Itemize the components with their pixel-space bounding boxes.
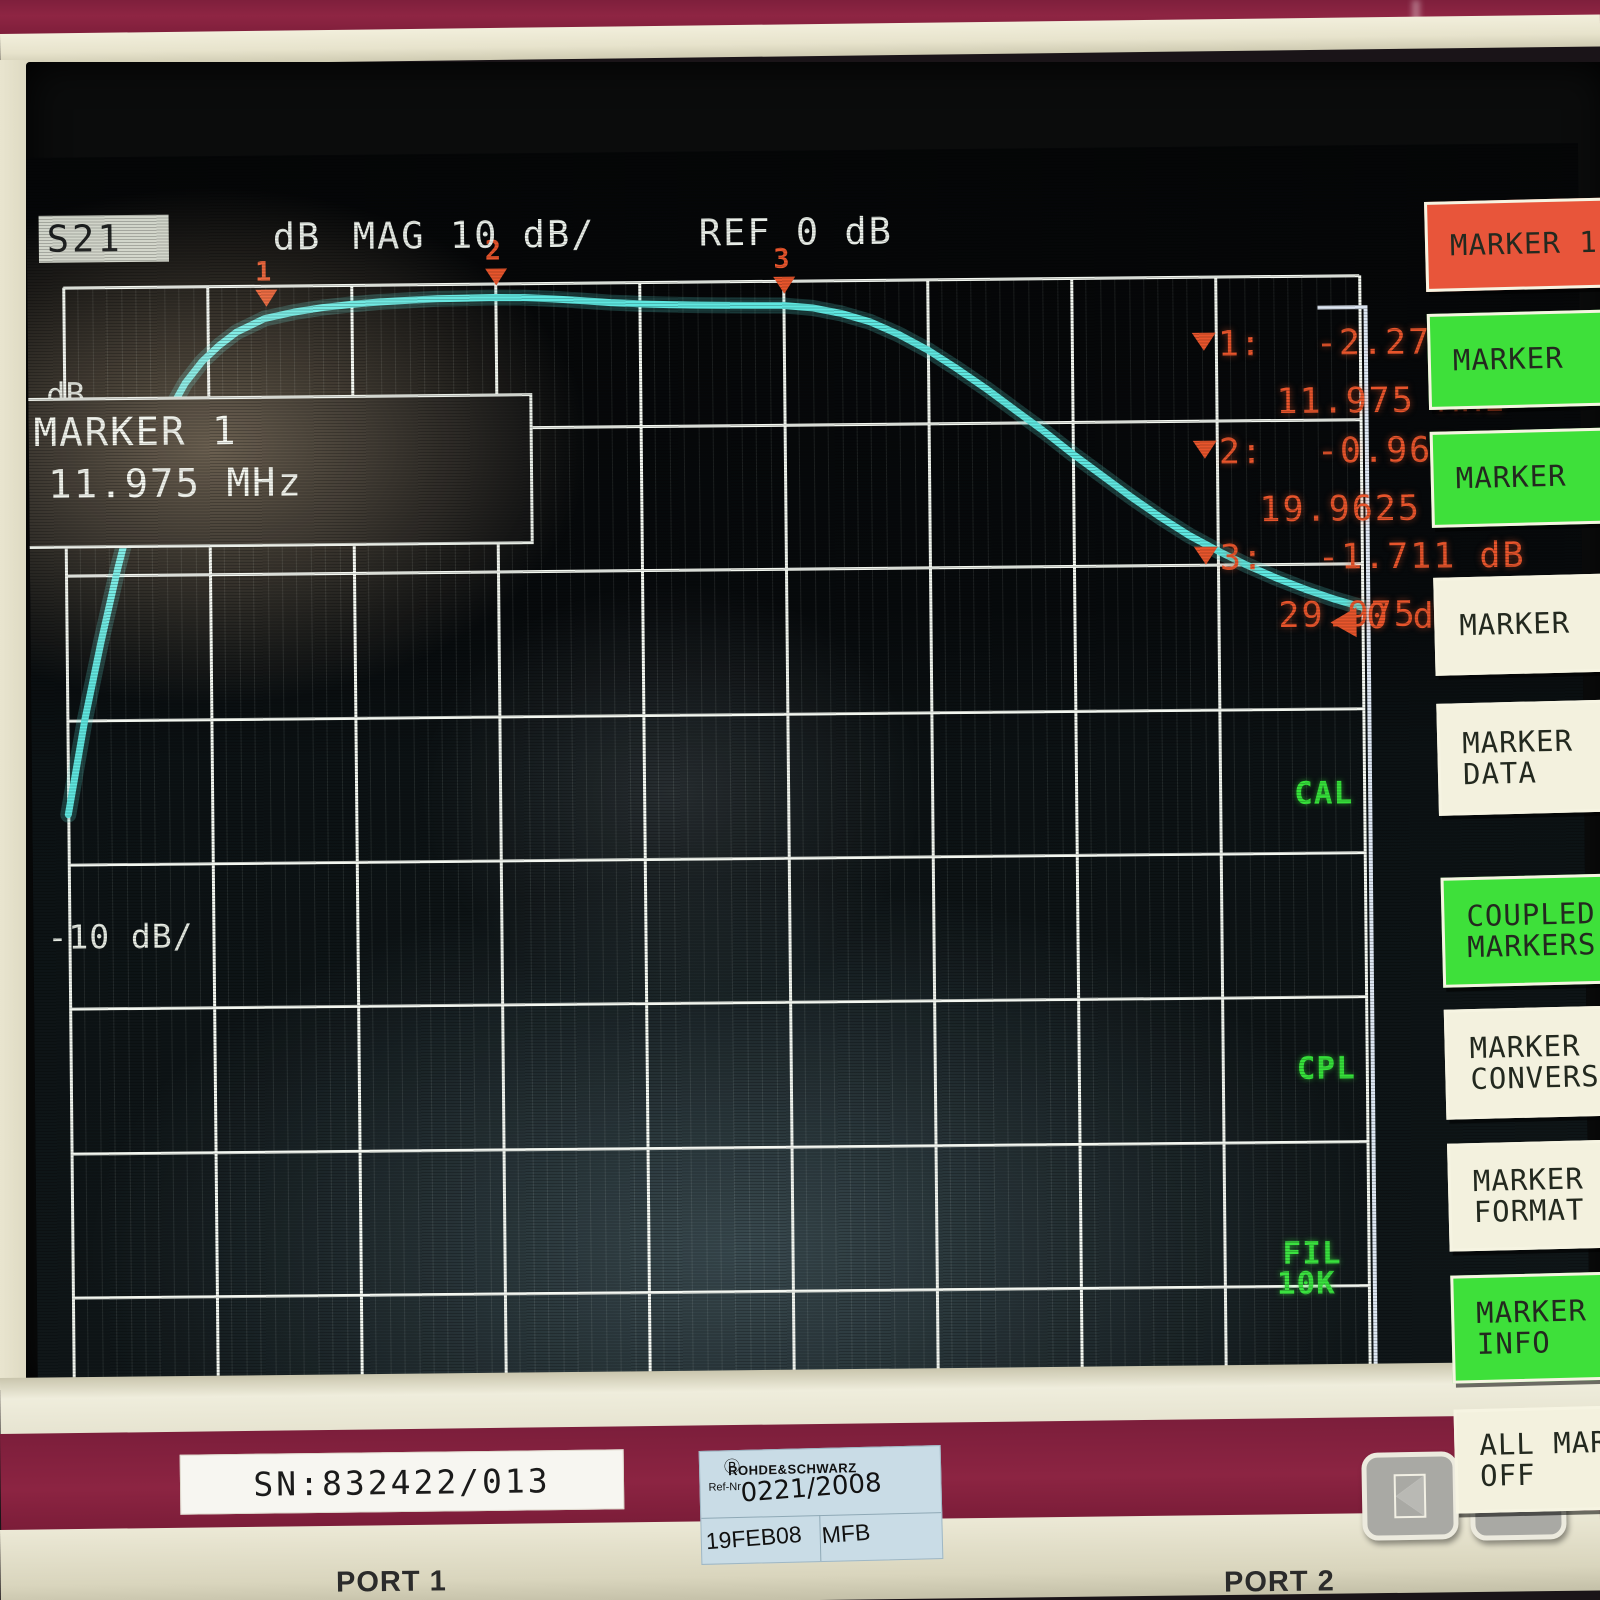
crt-display: S21 dB MAG 10 dB/ REF 0 dB dB 123 MARKER… <box>26 143 1591 1426</box>
softkey-marker[interactable]: MARKER <box>1426 308 1600 410</box>
marker-triangle-icon <box>255 289 278 307</box>
left-arrow-icon <box>1393 1473 1427 1519</box>
softkey-label-line2: DATA <box>1462 755 1538 792</box>
hardware-button-left[interactable] <box>1361 1451 1459 1541</box>
cal-date: 19FEB08 <box>704 1521 803 1555</box>
softkey-marker[interactable]: MARKER <box>1429 426 1600 528</box>
trace-marker-1[interactable]: 1 <box>255 256 278 307</box>
readout-rule-cap <box>1317 305 1364 310</box>
marker-readout-colon-2: : <box>1240 432 1265 473</box>
softkey-marker-data[interactable]: MARKER DATA <box>1436 698 1600 816</box>
softkey-label-line2: OFF <box>1479 1457 1536 1494</box>
softkey-label-line1: MARKER <box>1458 605 1571 643</box>
marker-triangle-icon <box>484 268 508 286</box>
softkey-marker-1[interactable]: MARKER 1 <box>1424 196 1600 292</box>
softkey-label-line2: INFO <box>1476 1325 1552 1362</box>
unit-label: dB <box>272 215 322 259</box>
softkey-marker[interactable]: MARKER <box>1433 572 1600 676</box>
softkey-marker-format[interactable]: MARKER FORMAT <box>1447 1138 1600 1252</box>
screenshot-root: S21 dB MAG 10 dB/ REF 0 dB dB 123 MARKER… <box>0 0 1600 1600</box>
serial-number-label: SN:832422/013 <box>179 1449 625 1515</box>
marker-readout-triangle-2 <box>1192 440 1217 459</box>
marker-readout-triangle-1 <box>1191 332 1216 351</box>
marker-readout-id-1: 1 <box>1217 324 1242 365</box>
format-label: MAG 10 dB/ <box>352 212 596 258</box>
reference-label: REF 0 dB <box>698 209 894 255</box>
reference-level-arrow-icon <box>1330 607 1357 638</box>
marker-readout-id-3: 3 <box>1219 538 1244 579</box>
softkey-label-line1: ALL MARKER <box>1478 1423 1600 1462</box>
status-cpl: CPL <box>1296 1050 1356 1087</box>
cal-sticker-divider <box>701 1512 942 1519</box>
cal-ref-caption: Ref-Nr <box>708 1480 742 1494</box>
softkey-coupled-markers[interactable]: COUPLED MARKERS <box>1440 872 1600 988</box>
port2-label: PORT 2 <box>1223 1565 1335 1599</box>
softkey-label-line1: MARKER <box>1461 723 1574 760</box>
softkey-marker-conversion[interactable]: MARKER CONVERSION <box>1443 1004 1600 1120</box>
softkey-menu: MARKER 1 MARKER MARKER MARKER MARKER DATA COUP… <box>1424 196 1600 1514</box>
port1-label: PORT 1 <box>335 1565 447 1599</box>
channel-label[interactable]: S21 <box>38 214 169 263</box>
per-division-label: -10 dB/ <box>47 916 194 957</box>
marker-triangle-icon <box>773 276 796 294</box>
trace-glow <box>60 289 1371 823</box>
cal-initials: MFB <box>820 1518 872 1549</box>
marker-info-box: MARKER 1 11.975 MHz <box>26 393 534 550</box>
softkey-label-line2: MARKERS <box>1466 927 1597 965</box>
softkey-all-marker-off[interactable]: ALL MARKER OFF <box>1453 1404 1600 1514</box>
marker-readout-triangle-3 <box>1193 546 1218 565</box>
status-fil-value: 10K <box>1276 1265 1337 1303</box>
softkey-label-line2: CONVERSION <box>1470 1057 1600 1097</box>
marker-readout-colon-3: : <box>1241 538 1266 579</box>
softkey-label-line1: MARKER <box>1452 340 1565 378</box>
screen-frame: S21 dB MAG 10 dB/ REF 0 dB dB 123 MARKER… <box>26 62 1600 1514</box>
marker-info-value: 11.975 MHz <box>47 460 304 508</box>
status-cal: CAL <box>1293 775 1354 812</box>
marker-readout-colon-1: : <box>1239 324 1264 365</box>
softkey-label-line1: MARKER 1 <box>1449 225 1599 263</box>
marker-info-title: MARKER 1 <box>33 408 238 456</box>
softkey-label-line1: MARKER <box>1475 1293 1588 1330</box>
trace-line <box>64 294 1366 819</box>
marker-readout-id-2: 2 <box>1218 432 1243 473</box>
softkey-label-line2: FORMAT <box>1473 1192 1585 1230</box>
calibration-sticker: Ⓟ ROHDE&SCHWARZ Ref-Nr 0221/2008 19FEB08… <box>698 1445 944 1565</box>
softkey-marker-info[interactable]: MARKER INFO <box>1450 1270 1600 1384</box>
softkey-label-line1: MARKER <box>1455 458 1567 496</box>
